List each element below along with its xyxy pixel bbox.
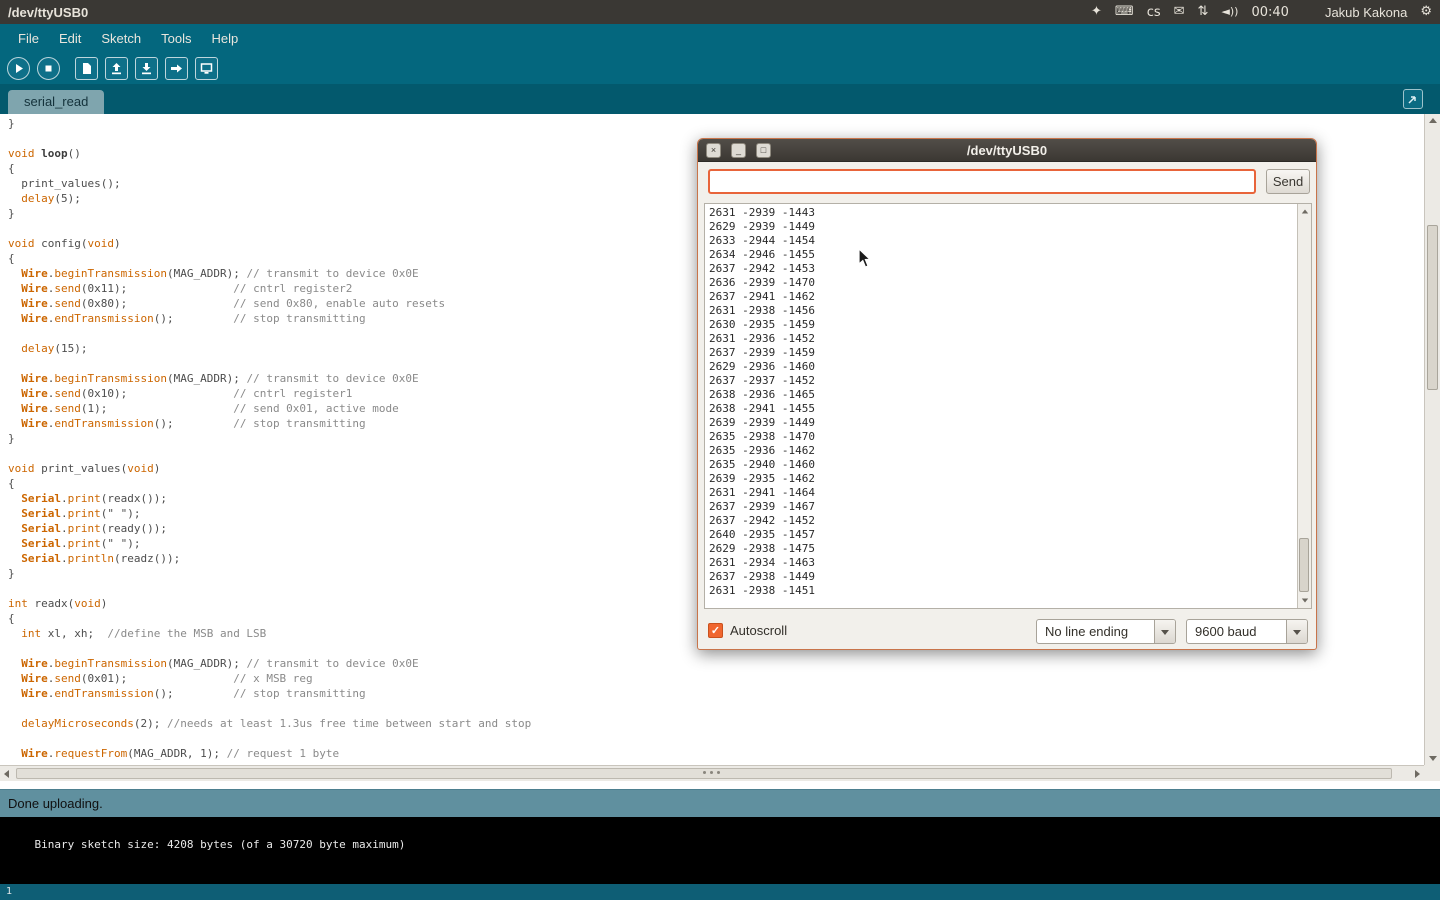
- keyboard-icon[interactable]: ⌨: [1115, 0, 1134, 24]
- window-title: /dev/ttyUSB0: [8, 5, 88, 20]
- verify-button[interactable]: [7, 57, 30, 80]
- line-ending-select[interactable]: No line ending: [1036, 619, 1176, 644]
- user-menu[interactable]: Jakub Kakona: [1325, 5, 1407, 20]
- open-up-arrow-icon: [109, 61, 124, 76]
- line-ending-dropdown-button[interactable]: [1154, 620, 1175, 643]
- menu-tools[interactable]: Tools: [151, 26, 201, 51]
- upload-right-arrow-icon: [169, 61, 184, 76]
- scroll-up-arrow-icon[interactable]: [1429, 118, 1437, 123]
- line-number: 1: [6, 886, 12, 897]
- menu-file[interactable]: File: [8, 26, 49, 51]
- tab-serial-read[interactable]: serial_read: [8, 90, 104, 114]
- autoscroll-label: Autoscroll: [730, 623, 787, 638]
- save-down-arrow-icon: [139, 61, 154, 76]
- tab-menu-button[interactable]: [1403, 89, 1423, 109]
- screen: /dev/ttyUSB0 ✦ ⌨ cs ✉ ⇅ ◄)) 00:40 Jakub …: [0, 0, 1440, 900]
- serial-window-titlebar[interactable]: /dev/ttyUSB0 × _ □: [698, 139, 1316, 162]
- upload-button[interactable]: [165, 57, 188, 80]
- stop-button[interactable]: [37, 57, 60, 80]
- network-icon[interactable]: ⇅: [1198, 0, 1209, 24]
- pane-splitter-grip[interactable]: [703, 771, 720, 774]
- status-message: Done uploading.: [8, 796, 103, 811]
- serial-output-scroll-thumb[interactable]: [1299, 538, 1309, 592]
- scroll-down-arrow-icon[interactable]: [1429, 756, 1437, 761]
- maximize-icon[interactable]: □: [756, 143, 771, 158]
- serial-output-panel: 2631 -2939 -1443 2629 -2939 -1449 2633 -…: [704, 203, 1312, 609]
- close-icon[interactable]: ×: [706, 143, 721, 158]
- scroll-up-arrow-icon[interactable]: [1302, 210, 1308, 214]
- chevron-down-icon: [1293, 630, 1301, 635]
- new-file-icon: [79, 61, 94, 76]
- scroll-down-arrow-icon[interactable]: [1302, 599, 1308, 603]
- play-icon: [11, 61, 26, 76]
- tabbar: serial_read: [0, 84, 1440, 114]
- clock[interactable]: 00:40: [1251, 5, 1288, 20]
- indicator-icon[interactable]: ✦: [1091, 0, 1102, 24]
- minimize-icon[interactable]: _: [731, 143, 746, 158]
- mail-icon[interactable]: ✉: [1174, 0, 1185, 24]
- scroll-left-arrow-icon[interactable]: [4, 770, 9, 778]
- open-button[interactable]: [105, 57, 128, 80]
- volume-icon[interactable]: ◄)): [1221, 0, 1238, 24]
- top-panel: /dev/ttyUSB0 ✦ ⌨ cs ✉ ⇅ ◄)) 00:40 Jakub …: [0, 0, 1440, 24]
- editor-horizontal-scrollbar[interactable]: [0, 765, 1424, 781]
- mouse-cursor: [858, 248, 872, 269]
- toolbar: [0, 52, 1440, 84]
- baud-dropdown-button[interactable]: [1286, 620, 1307, 643]
- menubar: File Edit Sketch Tools Help: [0, 24, 1440, 52]
- serial-send-input[interactable]: [708, 169, 1256, 194]
- panel-indicators: ✦ ⌨ cs ✉ ⇅ ◄)) 00:40 Jakub Kakona ⚙: [1091, 0, 1432, 24]
- scrollbar-corner: [1424, 765, 1440, 781]
- new-tab-arrow-icon: [1407, 93, 1419, 105]
- menu-sketch[interactable]: Sketch: [91, 26, 151, 51]
- footer-line-indicator: 1: [0, 884, 1440, 900]
- session-gear-icon[interactable]: ⚙: [1420, 0, 1432, 24]
- autoscroll-checkbox[interactable]: ✓: [708, 623, 723, 638]
- user-icon: [1302, 6, 1312, 19]
- keyboard-layout-label[interactable]: cs: [1147, 5, 1161, 20]
- serial-monitor-icon: [199, 61, 214, 76]
- baud-rate-select[interactable]: 9600 baud: [1186, 619, 1308, 644]
- console-text: Binary sketch size: 4208 bytes (of a 307…: [35, 838, 406, 851]
- new-sketch-button[interactable]: [75, 57, 98, 80]
- editor-vertical-scrollbar[interactable]: [1424, 114, 1440, 765]
- line-ending-value: No line ending: [1037, 620, 1154, 643]
- serial-output-scrollbar[interactable]: [1297, 204, 1311, 608]
- status-bar: Done uploading.: [0, 789, 1440, 817]
- serial-monitor-button[interactable]: [195, 57, 218, 80]
- menu-edit[interactable]: Edit: [49, 26, 91, 51]
- scroll-right-arrow-icon[interactable]: [1415, 770, 1420, 778]
- serial-monitor-window: /dev/ttyUSB0 × _ □ Send 2631 -2939 -1443…: [697, 138, 1317, 650]
- send-button[interactable]: Send: [1266, 169, 1310, 194]
- console-output: Binary sketch size: 4208 bytes (of a 307…: [0, 817, 1440, 884]
- menu-help[interactable]: Help: [201, 26, 248, 51]
- chevron-down-icon: [1161, 630, 1169, 635]
- save-button[interactable]: [135, 57, 158, 80]
- serial-window-title: /dev/ttyUSB0: [698, 139, 1316, 162]
- editor-vertical-scroll-thumb[interactable]: [1427, 225, 1438, 390]
- serial-output-text: 2631 -2939 -1443 2629 -2939 -1449 2633 -…: [705, 204, 1297, 608]
- baud-rate-value: 9600 baud: [1187, 620, 1286, 643]
- stop-icon: [41, 61, 56, 76]
